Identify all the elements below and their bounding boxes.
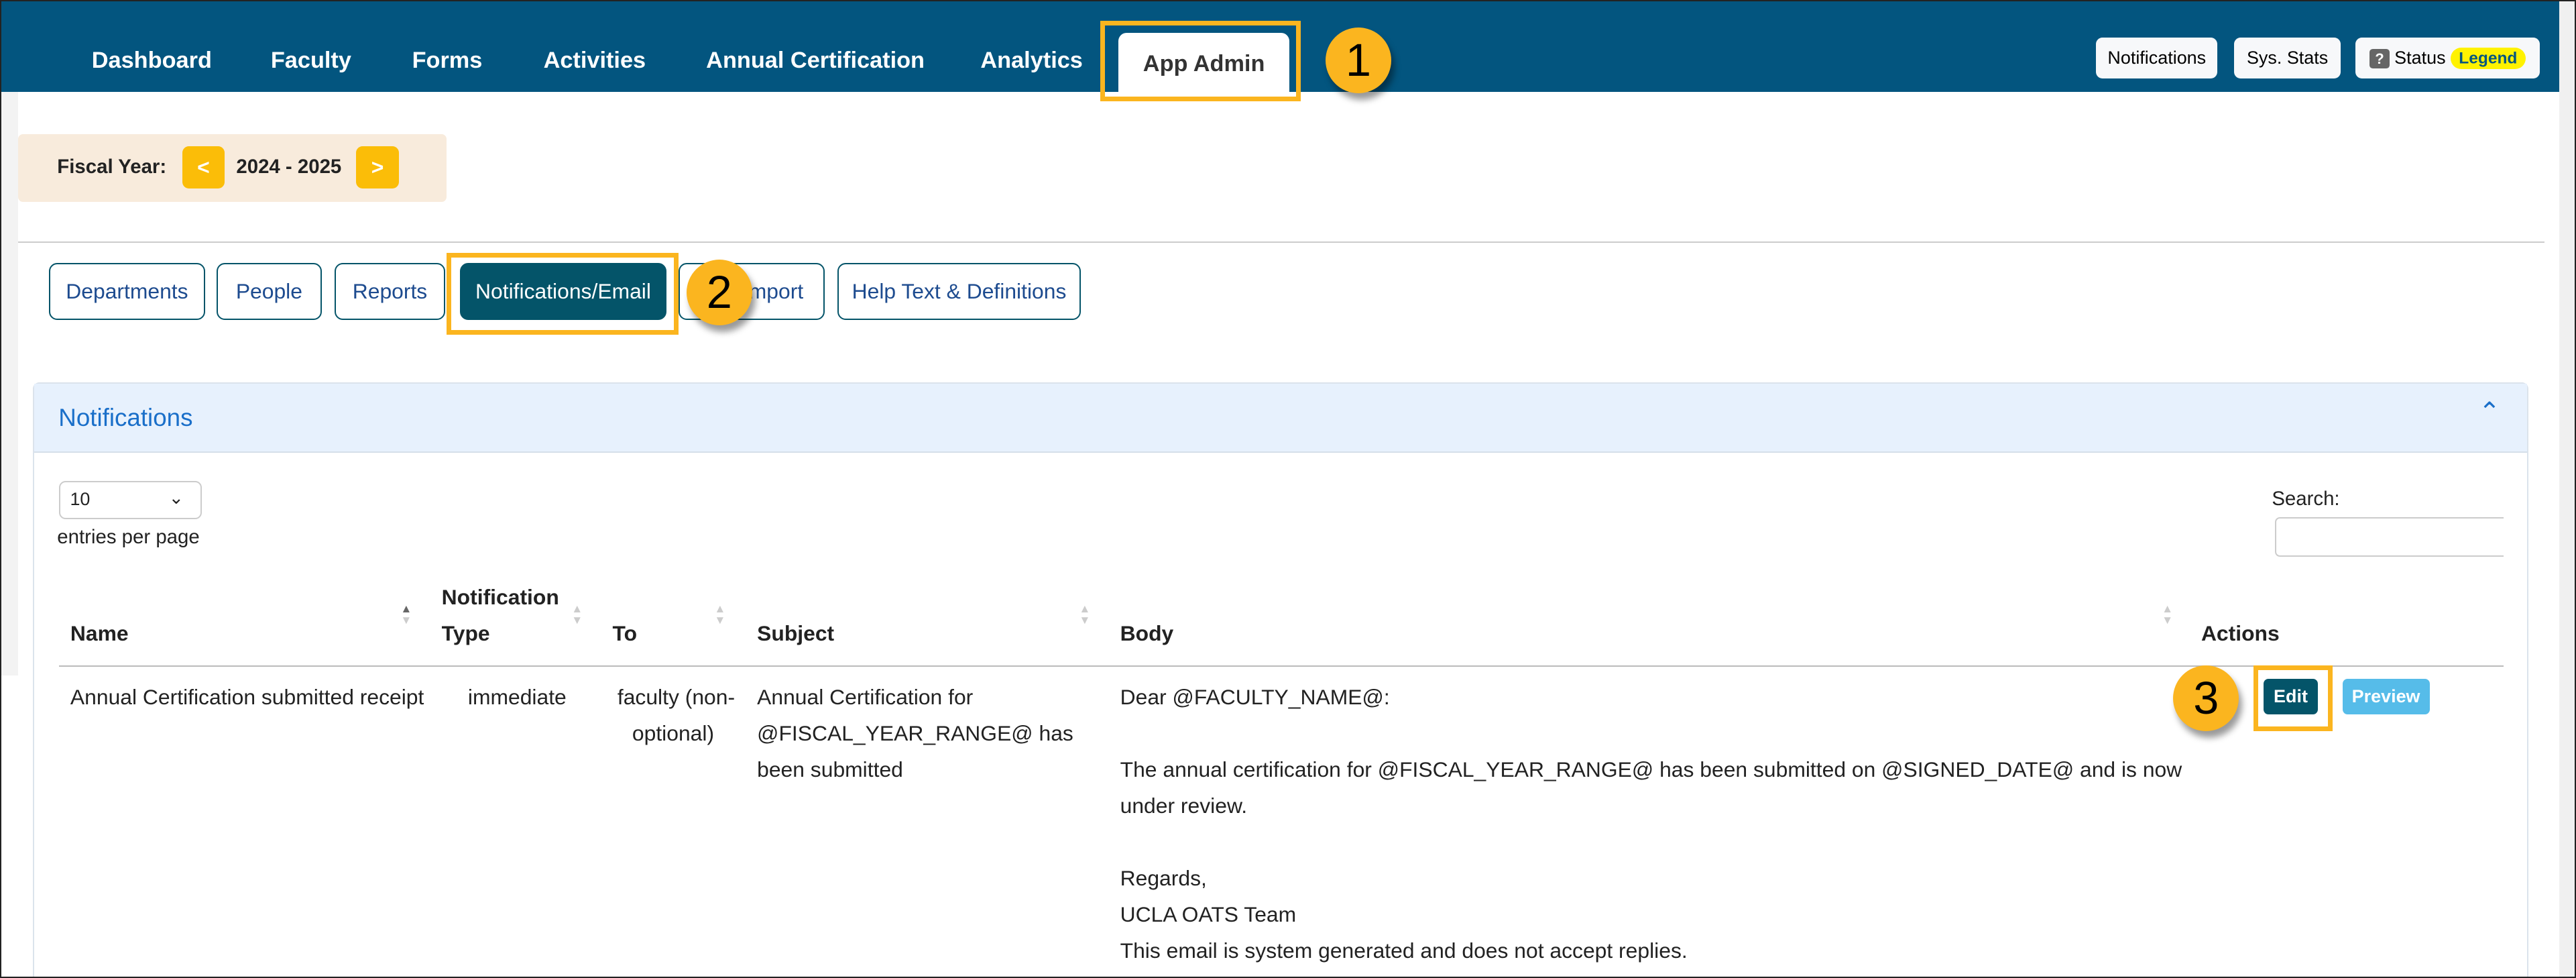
- tab-help-text[interactable]: Help Text & Definitions: [837, 262, 1081, 321]
- nav-forms[interactable]: Forms: [412, 48, 483, 74]
- nav-activities[interactable]: Activities: [544, 48, 646, 74]
- cell-body-line: UCLA OATS Team: [1120, 902, 1297, 926]
- header-name[interactable]: Name: [70, 621, 129, 646]
- sort-icon[interactable]: ▲ ▼: [714, 602, 725, 626]
- prev-year-button[interactable]: <: [182, 146, 225, 189]
- callout-2: 2: [686, 259, 752, 325]
- cell-to-line2: optional): [632, 721, 715, 746]
- callout-highlight-2: [447, 252, 679, 335]
- card-header[interactable]: Notifications ⌃: [34, 384, 2527, 453]
- nav-analytics[interactable]: Analytics: [980, 48, 1083, 74]
- chevron-up-icon[interactable]: ⌃: [2479, 397, 2501, 427]
- entries-value: 10: [70, 489, 91, 510]
- cell-body-line: Regards,: [1120, 865, 1207, 890]
- sort-icon[interactable]: ▲ ▼: [1079, 602, 1090, 626]
- notifications-button[interactable]: Notifications: [2096, 37, 2218, 79]
- callout-highlight-3: [2253, 665, 2333, 731]
- cell-subject-line: been submitted: [757, 757, 903, 782]
- cell-to-line1: faculty (non-: [617, 685, 736, 710]
- callout-highlight-1: [1100, 21, 1301, 102]
- header-type-line2[interactable]: Type: [442, 621, 490, 646]
- entries-label: entries per page: [57, 525, 200, 548]
- header-subject[interactable]: Subject: [757, 621, 834, 646]
- scrollbar[interactable]: [2559, 1, 2575, 977]
- sys-stats-button[interactable]: Sys. Stats: [2233, 37, 2341, 79]
- status-label: Status: [2394, 47, 2446, 68]
- next-year-button[interactable]: >: [356, 146, 399, 189]
- legend-badge: Legend: [2451, 48, 2526, 70]
- fiscal-year-label: Fiscal Year:: [57, 156, 167, 178]
- entries-per-page-select[interactable]: 10 ⌄: [58, 481, 202, 519]
- nav-faculty[interactable]: Faculty: [271, 48, 351, 74]
- question-icon: ?: [2369, 49, 2390, 69]
- cell-body-line: The annual certification for @FISCAL_YEA…: [1120, 757, 2182, 782]
- nav-dashboard[interactable]: Dashboard: [92, 48, 212, 74]
- header-divider: [58, 665, 2504, 667]
- status-legend-button[interactable]: ? Status Legend: [2355, 37, 2540, 79]
- cell-subject-line: @FISCAL_YEAR_RANGE@ has: [757, 721, 1073, 746]
- tab-departments[interactable]: Departments: [49, 262, 205, 321]
- search-label: Search:: [2272, 488, 2340, 510]
- header-type-line1[interactable]: Notification: [442, 585, 559, 610]
- callout-3: 3: [2173, 665, 2239, 731]
- callout-1: 1: [1325, 28, 1391, 94]
- search-input[interactable]: [2275, 517, 2504, 557]
- header-actions: Actions: [2201, 620, 2280, 645]
- fiscal-year-selector: Fiscal Year: < 2024 - 2025 >: [17, 134, 447, 202]
- header-to[interactable]: To: [613, 621, 638, 646]
- page: Dashboard Faculty Forms Activities Annua…: [0, 0, 2576, 978]
- divider: [17, 241, 2545, 243]
- left-gutter: [1, 91, 18, 675]
- nav-annual-certification[interactable]: Annual Certification: [706, 48, 925, 74]
- chevron-down-icon: ⌄: [168, 487, 184, 508]
- tab-reports[interactable]: Reports: [335, 262, 445, 321]
- tab-people[interactable]: People: [216, 262, 322, 321]
- sort-icon[interactable]: ▲ ▼: [2162, 602, 2173, 626]
- cell-body-line: This email is system generated and does …: [1120, 938, 1688, 963]
- fiscal-year-value: 2024 - 2025: [236, 156, 342, 178]
- sort-icon[interactable]: ▲ ▼: [571, 602, 583, 626]
- cell-subject-line: Annual Certification for: [757, 685, 974, 710]
- sort-asc-icon[interactable]: ▲ ▼: [400, 602, 412, 626]
- cell-name: Annual Certification submitted receipt: [70, 685, 424, 710]
- notifications-card: Notifications ⌃: [32, 382, 2528, 977]
- cell-body-line: Dear @FACULTY_NAME@:: [1120, 685, 1390, 710]
- cell-body-line: under review.: [1120, 794, 1248, 818]
- card-title: Notifications: [58, 403, 193, 431]
- preview-button[interactable]: Preview: [2342, 678, 2430, 715]
- header-body[interactable]: Body: [1120, 621, 1174, 646]
- cell-type: immediate: [467, 685, 567, 710]
